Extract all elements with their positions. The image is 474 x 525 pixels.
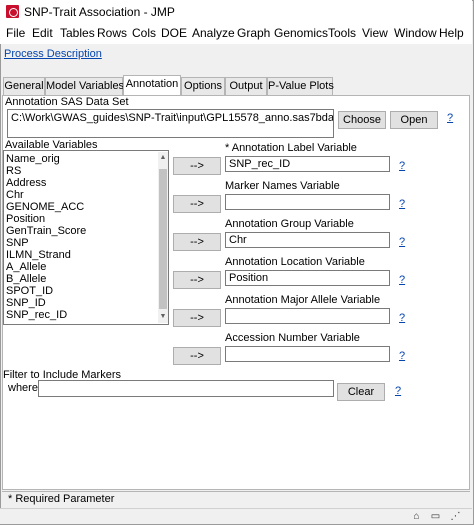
footer-divider: [2, 491, 470, 492]
menu-tools[interactable]: Tools: [328, 26, 356, 40]
menu-doe[interactable]: DOE: [161, 26, 187, 40]
annotation-label-variable-field[interactable]: SNP_rec_ID: [225, 156, 390, 172]
menu-view[interactable]: View: [362, 26, 388, 40]
dataset-label: Annotation SAS Data Set: [5, 96, 129, 108]
add-annotation-group-button[interactable]: -->: [173, 233, 221, 251]
list-item[interactable]: Position: [6, 213, 45, 225]
menu-tables[interactable]: Tables: [60, 26, 95, 40]
tab-output[interactable]: Output: [225, 77, 267, 95]
menu-genomics[interactable]: Genomics: [274, 26, 328, 40]
marker-names-help-link[interactable]: ?: [399, 198, 405, 210]
menu-cols[interactable]: Cols: [132, 26, 156, 40]
jmp-app-icon: [6, 5, 19, 18]
annotation-group-help-link[interactable]: ?: [399, 236, 405, 248]
window-list-icon[interactable]: ▭: [430, 511, 441, 522]
marker-names-variable-field[interactable]: [225, 194, 390, 210]
list-item[interactable]: SNP: [6, 237, 29, 249]
annotation-label-help-link[interactable]: ?: [399, 160, 405, 172]
open-button[interactable]: Open: [390, 111, 438, 129]
list-item[interactable]: ILMN_Strand: [6, 249, 71, 261]
add-annotation-location-button[interactable]: -->: [173, 271, 221, 289]
annotation-group-variable-field[interactable]: Chr: [225, 232, 390, 248]
major-allele-variable-field[interactable]: [225, 308, 390, 324]
list-item[interactable]: Address: [6, 177, 46, 189]
major-allele-variable-label: Annotation Major Allele Variable: [225, 294, 381, 306]
list-item[interactable]: SPOT_ID: [6, 285, 53, 297]
menu-help[interactable]: Help: [439, 26, 464, 40]
list-item[interactable]: RS: [6, 165, 21, 177]
choose-button[interactable]: Choose: [338, 111, 386, 129]
status-bar: [0, 508, 472, 524]
list-item[interactable]: GenTrain_Score: [6, 225, 86, 237]
tab-p-value-plots[interactable]: P-Value Plots: [267, 77, 334, 95]
where-filter-field[interactable]: [38, 380, 334, 397]
resize-grip-icon[interactable]: ⋰: [450, 511, 461, 522]
menu-edit[interactable]: Edit: [32, 26, 53, 40]
required-parameter-note: * Required Parameter: [8, 493, 115, 505]
menu-file[interactable]: File: [6, 26, 25, 40]
home-icon[interactable]: ⌂: [411, 511, 422, 522]
dataset-help-link[interactable]: ?: [447, 112, 453, 124]
annotation-label-variable-label: * Annotation Label Variable: [225, 142, 357, 154]
add-accession-number-button[interactable]: -->: [173, 347, 221, 365]
annotation-location-variable-field[interactable]: Position: [225, 270, 390, 286]
where-label: where: [8, 382, 38, 394]
accession-number-variable-field[interactable]: [225, 346, 390, 362]
annotation-location-help-link[interactable]: ?: [399, 274, 405, 286]
dataset-path-field[interactable]: C:\Work\GWAS_guides\SNP-Trait\input\GPL1…: [7, 109, 334, 138]
list-item[interactable]: Chr: [6, 189, 24, 201]
menu-rows[interactable]: Rows: [97, 26, 127, 40]
process-description-link[interactable]: Process Description: [4, 48, 102, 60]
annotation-group-variable-label: Annotation Group Variable: [225, 218, 354, 230]
menu-graph[interactable]: Graph: [237, 26, 270, 40]
tab-general[interactable]: General: [3, 77, 45, 95]
list-item[interactable]: SNP_rec_ID: [6, 309, 67, 321]
annotation-location-variable-label: Annotation Location Variable: [225, 256, 365, 268]
list-item[interactable]: B_Allele: [6, 273, 46, 285]
clear-button[interactable]: Clear: [337, 383, 385, 401]
window-title: SNP-Trait Association - JMP: [24, 5, 175, 19]
list-scroll-thumb[interactable]: [159, 169, 167, 309]
scroll-down-icon[interactable]: ▼: [158, 312, 168, 322]
scroll-up-icon[interactable]: ▲: [158, 153, 168, 163]
major-allele-help-link[interactable]: ?: [399, 312, 405, 324]
tab-annotation[interactable]: Annotation: [123, 75, 181, 96]
accession-number-variable-label: Accession Number Variable: [225, 332, 360, 344]
add-marker-names-button[interactable]: -->: [173, 195, 221, 213]
marker-names-variable-label: Marker Names Variable: [225, 180, 340, 192]
list-item[interactable]: GENOME_ACC: [6, 201, 84, 213]
list-item[interactable]: SNP_ID: [6, 297, 46, 309]
menu-window[interactable]: Window: [394, 26, 437, 40]
list-item[interactable]: A_Allele: [6, 261, 46, 273]
list-item[interactable]: Name_orig: [6, 153, 60, 165]
tab-model-variables[interactable]: Model Variables: [45, 77, 124, 95]
available-variables-list[interactable]: Name_orig RS Address Chr GENOME_ACC Posi…: [3, 150, 169, 325]
add-annotation-label-button[interactable]: -->: [173, 157, 221, 175]
menu-analyze[interactable]: Analyze: [192, 26, 235, 40]
accession-number-help-link[interactable]: ?: [399, 350, 405, 362]
tab-options[interactable]: Options: [181, 77, 225, 95]
filter-help-link[interactable]: ?: [395, 385, 401, 397]
add-major-allele-button[interactable]: -->: [173, 309, 221, 327]
